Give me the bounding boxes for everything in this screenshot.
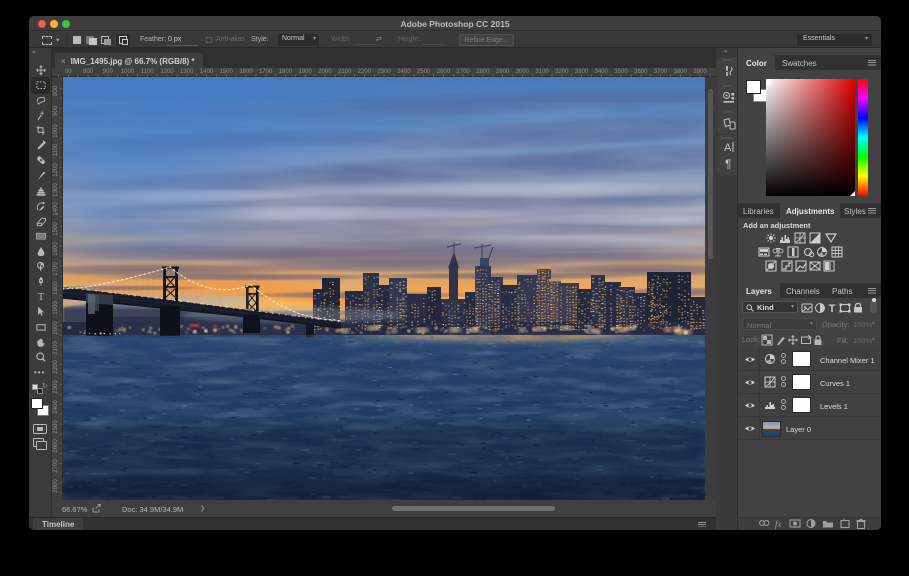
svg-text:T: T — [829, 303, 836, 314]
svg-text:A: A — [724, 142, 732, 154]
svg-text:T: T — [37, 291, 44, 302]
svg-text:fx: fx — [775, 519, 782, 529]
svg-text:¶: ¶ — [725, 157, 731, 170]
